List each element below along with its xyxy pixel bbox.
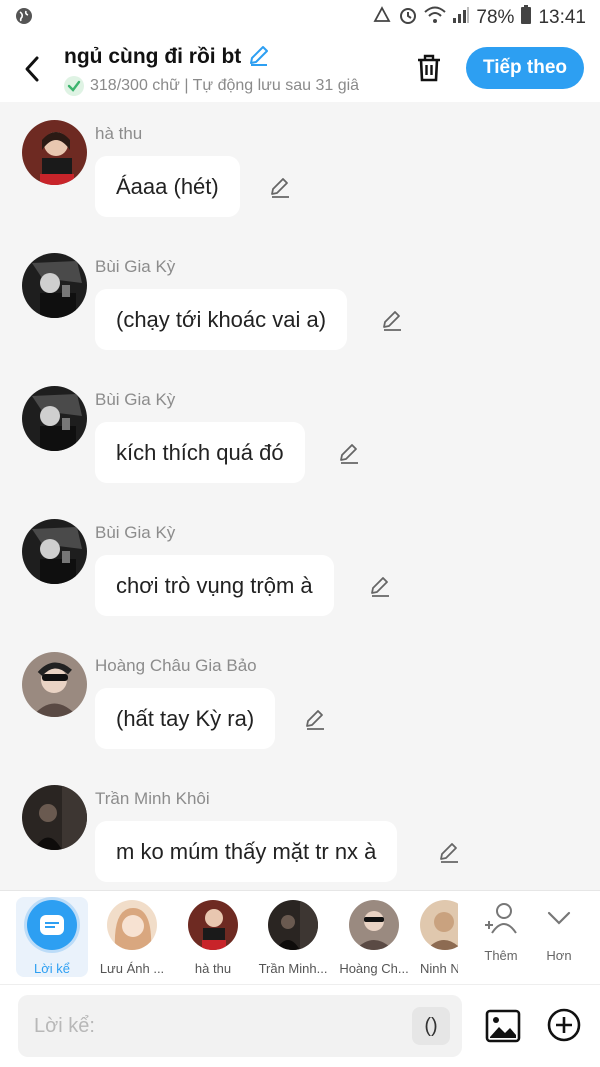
battery-icon [520,5,532,31]
character-item[interactable]: Trần Minh... [257,897,329,977]
message-item: Hoàng Châu Gia Bảo (hất tay Kỳ ra) [0,634,600,767]
pencil-icon [440,843,458,863]
message-bubble[interactable]: chơi trò vụng trộm à [95,555,334,616]
recycle-icon [372,6,392,30]
composer: () [0,984,600,1067]
edit-message-button[interactable] [303,707,327,731]
more-label: Hơn [546,948,572,963]
character-item[interactable]: hà thu [177,897,249,977]
back-button[interactable] [0,36,64,102]
message-bubble[interactable]: Áaaa (hét) [95,156,240,217]
character-item[interactable]: Ninh N [410,897,458,977]
add-character-button[interactable]: Thêm [471,901,531,971]
character-narrator[interactable]: Lời kể [16,897,88,977]
edit-message-button[interactable] [337,441,361,465]
story-title: ngủ cùng đi rồi bt [64,45,242,68]
character-name: hà thu [194,961,232,976]
status-bar: 78% 13:41 [0,0,600,36]
chevron-left-icon [25,56,39,82]
sender-name: Hoàng Châu Gia Bảo [95,656,257,675]
globe-icon [14,6,34,31]
delete-button[interactable] [410,49,448,87]
character-name: Hoàng Ch... [339,961,409,976]
avatar[interactable] [22,652,87,717]
character-item[interactable]: Hoàng Ch... [338,897,410,977]
alarm-icon [398,5,418,31]
character-name: Ninh N [420,961,458,976]
pencil-icon [371,577,389,597]
avatar [268,900,318,950]
image-icon [485,1009,521,1043]
message-bubble[interactable]: (hất tay Kỳ ra) [95,688,276,749]
check-icon [64,75,84,96]
insert-image-button[interactable] [484,1007,522,1045]
avatar [349,900,399,950]
title-area: ngủ cùng đi rồi bt 318/300 chữ | Tự động… [64,43,394,96]
message-bubble[interactable]: (chạy tới khoác vai a) [95,289,348,350]
character-name: Lời kể [34,961,70,976]
wifi-icon [424,6,447,30]
edit-message-button[interactable] [380,308,404,332]
character-strip: Lời kể Lưu Ánh ... hà thu Trần Minh... H… [0,890,600,984]
edit-message-button[interactable] [268,175,292,199]
add-button[interactable] [546,1007,582,1043]
edit-message-button[interactable] [368,574,392,598]
sender-name: hà thu [95,124,143,143]
autosave-status: 318/300 chữ | Tự động lưu sau 31 giâ [90,76,360,94]
character-item[interactable]: Lưu Ánh ... [96,897,168,977]
sender-name: Bùi Gia Kỳ [95,390,176,409]
add-label: Thêm [484,948,518,963]
action-parentheses-button[interactable]: () [412,1007,450,1045]
header: ngủ cùng đi rồi bt 318/300 chữ | Tự động… [0,36,600,102]
avatar [107,900,157,950]
trash-icon [418,54,440,82]
message-item: Bùi Gia Kỳ chơi trò vụng trộm à [0,501,600,634]
message-bubble[interactable]: m ko múm thấy mặt tr nx à [95,821,398,882]
add-person-icon [485,903,517,934]
message-item: hà thu Áaaa (hét) [0,102,600,235]
message-item: Bùi Gia Kỳ (chạy tới khoác vai a) [0,235,600,368]
narrator-icon [27,900,77,950]
edit-title-icon[interactable] [247,43,271,72]
sender-name: Bùi Gia Kỳ [95,523,176,542]
message-list[interactable]: hà thu Áaaa (hét) Bùi Gia Kỳ (chạy tới k… [0,102,600,890]
message-bubble[interactable]: kích thích quá đó [95,422,305,483]
signal-icon [452,6,470,30]
message-input[interactable] [18,1014,398,1038]
avatar[interactable] [22,519,87,584]
pencil-icon [340,444,358,464]
next-button[interactable]: Tiếp theo [466,47,584,89]
avatar [420,900,458,950]
avatar[interactable] [22,785,87,850]
sender-name: Trần Minh Khôi [95,789,210,808]
avatar[interactable] [22,120,87,185]
message-item: Trần Minh Khôi m ko múm thấy mặt tr nx à [0,767,600,890]
plus-circle-icon [547,1008,581,1042]
pencil-icon [271,178,289,198]
message-input-box: () [18,995,462,1057]
clock: 13:41 [538,7,586,28]
sender-name: Bùi Gia Kỳ [95,257,176,276]
character-name: Lưu Ánh ... [99,961,165,976]
pencil-icon [306,710,324,730]
avatar[interactable] [22,386,87,451]
avatar [188,900,238,950]
character-name: Trần Minh... [258,961,328,976]
edit-message-button[interactable] [437,840,461,864]
more-button[interactable]: Hơn [529,901,589,971]
pencil-icon [383,311,401,331]
chevron-down-icon [547,911,571,925]
battery-percent: 78% [476,7,515,28]
avatar[interactable] [22,253,87,318]
message-item: Bùi Gia Kỳ kích thích quá đó [0,368,600,501]
